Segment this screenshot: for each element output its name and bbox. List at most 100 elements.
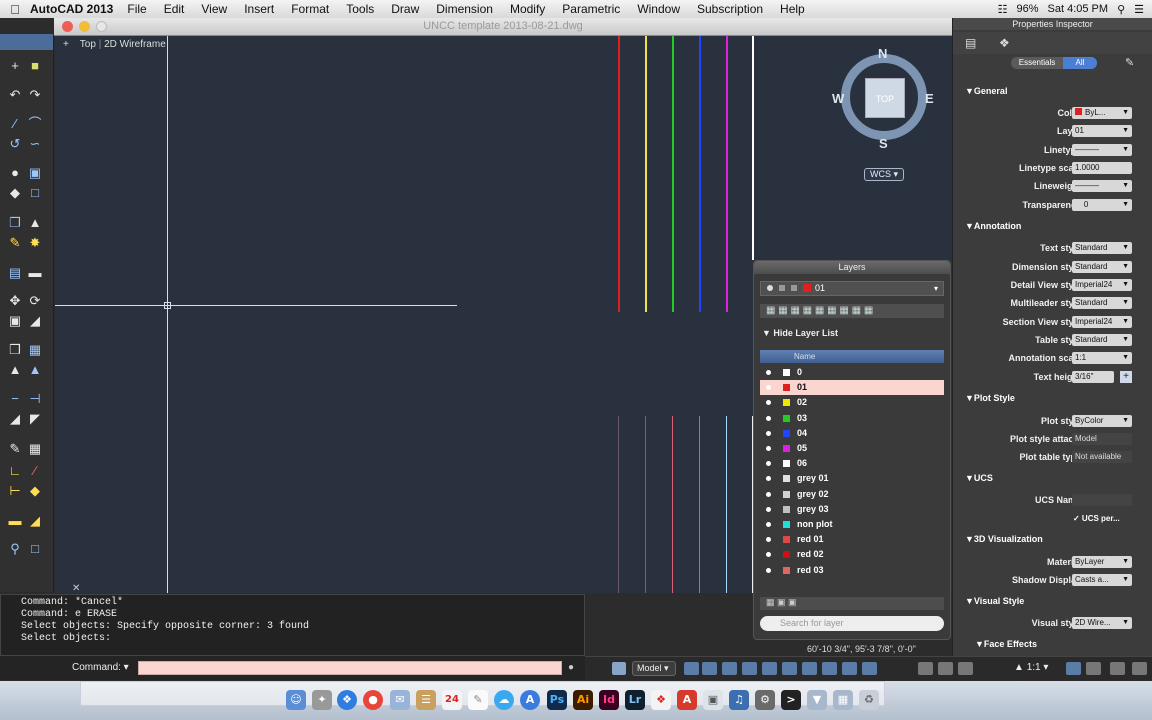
measure-icon[interactable]: ▬ — [8, 514, 22, 528]
menu-parametric[interactable]: Parametric — [562, 2, 620, 16]
quick-select-icon[interactable]: ■ — [28, 59, 42, 73]
illustrator-icon[interactable]: Ai — [573, 690, 593, 710]
layer-visibility-icon[interactable] — [766, 446, 771, 451]
drawing-line-grey-1[interactable] — [618, 416, 619, 593]
rectangle-icon[interactable]: ▣ — [28, 166, 42, 180]
polyline-icon[interactable]: ↺ — [8, 137, 22, 151]
grid-display-icon[interactable] — [702, 662, 717, 675]
command-input[interactable] — [138, 661, 562, 675]
hatch-icon[interactable]: ◆ — [8, 186, 22, 200]
finder-icon[interactable]: ☺ — [286, 690, 306, 710]
layer-tool-icons[interactable]: ▦ ▦ ▦ ▦ ▦ ▦ ▦ ▦ ▦ — [766, 305, 873, 316]
auto-scale-icon[interactable] — [1086, 662, 1101, 675]
model-tab-dropdown[interactable]: Model ▾ — [632, 661, 676, 676]
calendar-icon[interactable]: 24 — [442, 690, 462, 710]
detail-view-style-dropdown[interactable]: Imperial24 ▼ — [1072, 279, 1132, 291]
rotate-icon[interactable]: ⟳ — [28, 294, 42, 308]
layer-row[interactable]: grey 01 — [760, 471, 944, 486]
layer-color-swatch[interactable] — [783, 369, 790, 376]
contacts-icon[interactable]: ☰ — [416, 690, 436, 710]
safari-icon[interactable]: ❖ — [337, 690, 357, 710]
layer-color-swatch[interactable] — [783, 566, 790, 574]
menu-insert[interactable]: Insert — [244, 2, 274, 16]
drawing-line-green[interactable] — [672, 36, 674, 312]
tool-palette-header[interactable] — [0, 34, 53, 50]
spotlight-icon[interactable]: ⚲ — [1117, 3, 1125, 16]
multileader-icon[interactable]: ◆ — [28, 484, 42, 498]
layer-color-swatch[interactable] — [783, 505, 790, 513]
material-dropdown[interactable]: ByLayer ▼ — [1072, 556, 1132, 568]
preview-icon[interactable]: ▣ — [703, 690, 723, 710]
block-icon[interactable]: ❒ — [8, 343, 22, 357]
terminal-icon[interactable]: > — [781, 690, 801, 710]
array-icon[interactable]: ▤ — [8, 266, 22, 280]
trim-icon[interactable]: − — [8, 392, 22, 406]
autocad-icon[interactable]: A — [677, 690, 697, 710]
command-label[interactable]: Command: ▾ — [72, 662, 129, 673]
compass-east[interactable]: E — [925, 91, 934, 106]
layer-row[interactable]: 06 — [760, 456, 944, 471]
annotation-visibility-icon[interactable] — [1066, 662, 1081, 675]
fullscreen-icon[interactable] — [1132, 662, 1147, 675]
polar-tracking-icon[interactable] — [742, 662, 757, 675]
compass-north[interactable]: N — [878, 46, 887, 61]
photoshop-icon[interactable]: Ps — [547, 690, 567, 710]
layer-list-header[interactable]: Name — [760, 350, 944, 363]
layer-visibility-icon[interactable] — [766, 430, 771, 436]
section-ucs[interactable]: ▼UCS — [965, 473, 993, 483]
compass-south[interactable]: S — [879, 136, 888, 151]
viewport-controls[interactable]: + Top | 2D Wireframe — [63, 39, 166, 50]
layer-row[interactable]: grey 02 — [760, 487, 944, 502]
launchpad-icon[interactable]: ✦ — [312, 690, 332, 710]
lightroom-icon[interactable]: Lr — [625, 690, 645, 710]
layer-color-swatch[interactable] — [783, 445, 790, 452]
fillet-icon[interactable]: ◤ — [28, 412, 42, 426]
zoom-icon[interactable]: ⚲ — [8, 542, 22, 556]
downloads-stack-icon[interactable]: ▼ — [807, 690, 827, 710]
layer-color-swatch[interactable] — [783, 460, 790, 468]
section-general[interactable]: ▼General — [965, 86, 1007, 96]
layer-row[interactable]: 05 — [760, 441, 944, 456]
dynamic-input-icon[interactable] — [822, 662, 837, 675]
layer-color-swatch[interactable] — [783, 551, 790, 559]
text-height-field[interactable]: 3/16" — [1072, 371, 1114, 383]
drawing-line-red[interactable] — [618, 36, 620, 312]
menu-draw[interactable]: Draw — [391, 2, 419, 16]
menu-format[interactable]: Format — [291, 2, 329, 16]
layout-grid-icon[interactable] — [612, 662, 626, 675]
menu-modify[interactable]: Modify — [510, 2, 545, 16]
layer-row[interactable]: 03 — [760, 411, 944, 426]
drawing-line-red-2[interactable] — [672, 416, 673, 593]
app-store-icon[interactable]: A — [520, 690, 540, 710]
layer-visibility-icon[interactable] — [766, 370, 771, 375]
shadow-display-dropdown[interactable]: Casts a... ▼ — [1072, 574, 1132, 586]
new-layer-icons[interactable]: ▦ ▣ ▣ — [766, 597, 797, 608]
messages-icon[interactable]: ☁ — [494, 690, 514, 710]
leader-icon[interactable]: ∕ — [28, 464, 42, 478]
command-expand-icon[interactable]: ● — [568, 662, 574, 673]
redo-icon[interactable]: ↷ — [28, 88, 42, 102]
layer-visibility-icon[interactable] — [766, 567, 771, 573]
layer-color-swatch[interactable] — [783, 399, 790, 407]
plot-style-dropdown[interactable]: ByColor ▼ — [1072, 415, 1132, 427]
layer-visibility-icon[interactable] — [766, 461, 771, 467]
mirror-icon[interactable]: ▲ — [28, 216, 42, 230]
layer-row[interactable]: 0 — [760, 365, 944, 380]
text-icon[interactable]: ✎ — [8, 442, 22, 456]
menu-help[interactable]: Help — [780, 2, 805, 16]
copy-icon[interactable]: ❐ — [8, 216, 22, 230]
color-dropdown[interactable]: ByL... ▼ — [1072, 107, 1132, 119]
drawing-line-white[interactable] — [752, 36, 754, 260]
essentials-segment[interactable]: Essentials — [1011, 57, 1063, 69]
scale-icon[interactable]: ▣ — [8, 314, 22, 328]
linear-dim-icon[interactable]: ⊢ — [8, 484, 22, 498]
text-style-dropdown[interactable]: Standard ▼ — [1072, 242, 1132, 254]
layer-visibility-icon[interactable] — [766, 385, 771, 391]
annotation-scale-dropdown[interactable]: 1:1 ▼ — [1072, 352, 1132, 364]
object-snap-tracking-icon[interactable] — [782, 662, 797, 675]
drawing-line-yellow[interactable] — [645, 36, 647, 312]
drawing-line-blue-2[interactable] — [699, 416, 700, 593]
text-height-add-icon[interactable]: + — [1120, 371, 1132, 383]
layer-row[interactable]: non plot — [760, 517, 944, 532]
layer-dropdown[interactable]: 01 ▼ — [1072, 125, 1132, 137]
